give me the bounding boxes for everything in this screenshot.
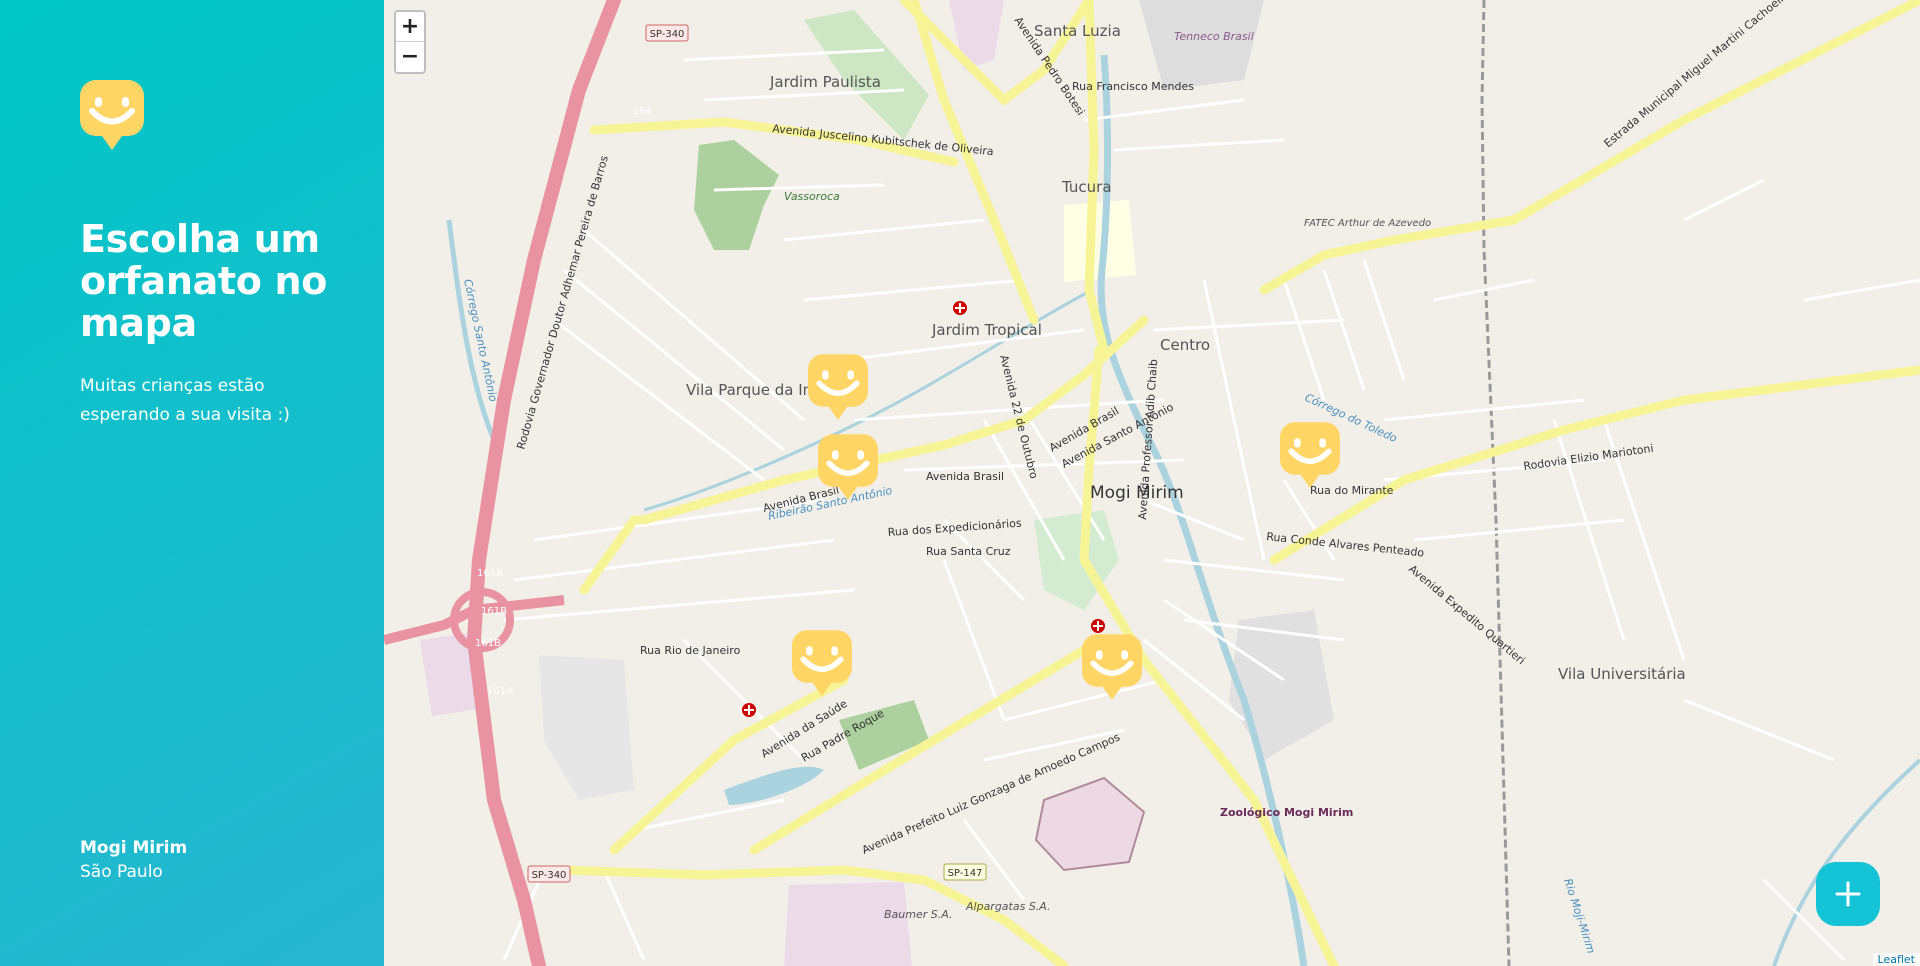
label-rua-francisco-mendes: Rua Francisco Mendes (1072, 80, 1194, 93)
shield-label: 161B (481, 606, 507, 617)
label-baumer: Baumer S.A. (884, 908, 952, 921)
orphanage-marker[interactable] (818, 434, 878, 502)
orphanage-marker[interactable] (792, 630, 852, 698)
label-centro: Centro (1160, 336, 1210, 354)
industrial-area (784, 882, 912, 966)
label-santa-luzia: Santa Luzia (1034, 22, 1121, 40)
hospital-icon (742, 703, 756, 717)
shield-label: SP-340 (532, 870, 567, 881)
location-city: Mogi Mirim (80, 838, 188, 858)
label-vassoroca: Vassoroca (784, 190, 840, 203)
shield-label: 161A (487, 686, 513, 697)
shield-label: 161A (477, 568, 503, 579)
label-alpargatas: Alpargatas S.A. (965, 900, 1051, 913)
label-vila-universitaria: Vila Universitária (1558, 665, 1686, 683)
leaflet-link[interactable]: Leaflet (1878, 953, 1915, 966)
label-jardim-paulista: Jardim Paulista (769, 73, 881, 91)
orphanage-marker[interactable] (1280, 422, 1340, 490)
zoom-control: + − (394, 10, 426, 74)
create-orphanage-button[interactable] (1816, 862, 1880, 926)
label-zoologico: Zoológico Mogi Mirim (1220, 806, 1353, 819)
orphanage-marker[interactable] (1082, 634, 1142, 702)
hospital-icon (1091, 619, 1105, 633)
label-rua-rio-janeiro: Rua Rio de Janeiro (640, 644, 741, 657)
shield-label: SP-147 (948, 868, 983, 879)
shield-label: SP-340 (650, 29, 685, 40)
page-title: Escolha um orfanato no mapa (80, 217, 328, 345)
label-jardim-tropical: Jardim Tropical (931, 321, 1042, 339)
sidebar: Escolha um orfanato no mapa Muitas crian… (0, 0, 384, 966)
shield-label: 164 (632, 106, 651, 117)
map-tiles[interactable]: Santa Luzia Tenneco Brasil Jardim Paulis… (384, 0, 1920, 966)
orphanage-marker[interactable] (808, 354, 868, 422)
location: Mogi Mirim São Paulo (80, 836, 187, 884)
page-subtitle: Muitas crianças estão esperando a sua vi… (80, 376, 290, 425)
map-attribution: Leaflet (1872, 953, 1920, 966)
location-state: São Paulo (80, 862, 163, 882)
plus-icon (1835, 881, 1861, 907)
hospital-icon (953, 301, 967, 315)
shield-label: 161B (475, 638, 501, 649)
label-rua-santa-cruz: Rua Santa Cruz (926, 545, 1011, 558)
label-fatec: FATEC Arthur de Azevedo (1304, 218, 1431, 229)
label-tucura: Tucura (1061, 178, 1112, 196)
map[interactable]: Santa Luzia Tenneco Brasil Jardim Paulis… (384, 0, 1920, 966)
zoom-in-button[interactable]: + (396, 12, 424, 42)
happy-face-marker-icon (80, 80, 144, 150)
label-av-brasil-2: Avenida Brasil (926, 470, 1004, 483)
zoom-out-button[interactable]: − (396, 42, 424, 72)
label-tenneco: Tenneco Brasil (1174, 30, 1254, 43)
